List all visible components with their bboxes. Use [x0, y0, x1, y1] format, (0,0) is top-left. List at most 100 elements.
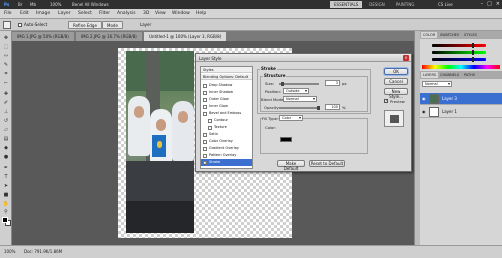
effect-pattern-overlay[interactable]: Pattern Overlay [201, 152, 252, 159]
opacity-input[interactable]: 100 [325, 104, 340, 110]
stamp-tool-icon[interactable]: ⊥ [2, 109, 10, 116]
size-input[interactable]: 3 [325, 80, 340, 86]
workspace-painting[interactable]: PAINTING [392, 1, 419, 8]
fill-type-select[interactable]: Color [279, 115, 303, 121]
effect-contour[interactable]: Contour [201, 117, 252, 124]
tab-paths[interactable]: PATHS [462, 72, 477, 78]
effect-checkbox[interactable] [203, 111, 207, 116]
menu-filter[interactable]: Filter [99, 11, 110, 16]
effect-checkbox[interactable] [203, 160, 207, 167]
ok-button[interactable]: OK [384, 68, 408, 75]
tab-channels[interactable]: CHANNELS [438, 72, 461, 78]
quick-select-tool-icon[interactable]: ✎ [2, 62, 10, 69]
stroke-color-swatch[interactable] [280, 137, 292, 142]
blue-slider[interactable] [432, 57, 486, 62]
layer-photo[interactable] [126, 51, 194, 233]
move-tool-icon[interactable]: ✥ [2, 35, 10, 42]
cancel-button[interactable]: Cancel [384, 78, 408, 85]
styles-header[interactable]: Styles [201, 67, 252, 73]
effect-color-overlay[interactable]: Color Overlay [201, 138, 252, 145]
workspace-essentials[interactable]: ESSENTIALS [330, 1, 363, 8]
blending-options-item[interactable]: Blending Options: Default [201, 74, 252, 80]
new-style-button[interactable]: New Style... [384, 88, 408, 99]
eraser-tool-icon[interactable]: ▱ [2, 127, 10, 134]
workspace-design[interactable]: DESIGN [365, 1, 388, 8]
preview-checkbox[interactable]: ✓ [384, 99, 388, 103]
effect-checkbox[interactable] [203, 153, 207, 158]
layer-blend-mode-select[interactable]: Normal [422, 81, 452, 87]
effect-checkbox[interactable] [208, 118, 212, 123]
cs-live-button[interactable]: CS Live [438, 2, 453, 7]
eye-icon[interactable]: ◉ [422, 109, 427, 114]
pen-tool-icon[interactable]: ✒ [2, 165, 10, 172]
color-ramp[interactable] [422, 65, 500, 69]
effect-inner-glow[interactable]: Inner Glow [201, 103, 252, 110]
opacity-slider[interactable] [279, 106, 320, 110]
crop-tool-icon[interactable]: ⌗ [2, 71, 10, 78]
path-select-tool-icon[interactable]: ➤ [2, 183, 10, 190]
reset-default-button[interactable]: Reset to Default [309, 160, 345, 167]
effect-checkbox[interactable] [203, 132, 207, 137]
refine-edge-button[interactable]: Refine Edge [68, 21, 102, 29]
bridge-button[interactable]: Br [18, 2, 22, 7]
effect-texture[interactable]: Texture [201, 124, 252, 131]
tab-layers[interactable]: LAYERS [421, 72, 439, 78]
eye-icon[interactable]: ◉ [422, 96, 427, 101]
minimize-icon[interactable]: – [481, 1, 484, 7]
menu-edit[interactable]: Edit [20, 11, 29, 16]
tab-swatches[interactable]: SWATCHES [438, 32, 461, 38]
doc-tab-2[interactable]: IMG 2.JPG @ 16.7% (RGB/8) [76, 32, 142, 41]
effect-satin[interactable]: Satin [201, 131, 252, 138]
effect-checkbox[interactable] [203, 83, 207, 88]
status-zoom[interactable]: 100% [4, 249, 15, 254]
arrange-docs[interactable]: Benel All Windows [72, 2, 109, 7]
auto-select-checkbox[interactable] [18, 23, 22, 27]
menu-file[interactable]: File [4, 11, 12, 16]
position-select[interactable]: Outside [283, 88, 309, 94]
doc-tab-3[interactable]: Untitled-1 @ 100% (Layer 3, RGB/8) [144, 32, 227, 41]
layer-row-3[interactable]: ◉ Layer 3 [420, 93, 502, 105]
photoshop-logo[interactable]: Ps [4, 2, 9, 7]
type-tool-icon[interactable]: T [2, 174, 10, 181]
brush-tool-icon[interactable]: ✐ [2, 100, 10, 107]
menu-image[interactable]: Image [36, 11, 50, 16]
tab-styles[interactable]: STYLES [462, 32, 479, 38]
marquee-tool-icon[interactable]: ⬚ [2, 44, 10, 51]
effect-checkbox[interactable] [203, 104, 207, 109]
dodge-tool-icon[interactable]: ● [2, 154, 10, 161]
history-brush-tool-icon[interactable]: ↺ [2, 118, 10, 125]
effect-stroke[interactable]: Stroke [201, 159, 252, 167]
effect-gradient-overlay[interactable]: Gradient Overlay [201, 145, 252, 152]
mode-button[interactable]: Mode [102, 21, 123, 29]
make-default-button[interactable]: Make Default [277, 160, 305, 171]
shape-tool-icon[interactable]: ■ [2, 192, 10, 199]
foreground-color-swatch[interactable] [2, 217, 8, 223]
menu-select[interactable]: Select [78, 11, 92, 16]
dialog-titlebar[interactable]: Layer Style × [196, 54, 411, 62]
size-slider[interactable] [279, 82, 319, 86]
blur-tool-icon[interactable]: ◆ [2, 145, 10, 152]
maximize-icon[interactable]: □ [487, 1, 492, 7]
effect-outer-glow[interactable]: Outer Glow [201, 96, 252, 103]
effect-checkbox[interactable] [203, 139, 207, 144]
effect-bevel-emboss[interactable]: Bevel and Emboss [201, 110, 252, 117]
effect-checkbox[interactable] [203, 97, 207, 102]
effect-inner-shadow[interactable]: Inner Shadow [201, 89, 252, 96]
menu-window[interactable]: Window [172, 11, 190, 16]
hand-tool-icon[interactable]: ✋ [2, 201, 10, 208]
tab-color[interactable]: COLOR [421, 32, 438, 38]
layer-row-1[interactable]: ◉ Layer 1 [420, 106, 502, 118]
red-slider[interactable] [432, 43, 486, 48]
menu-view[interactable]: View [155, 11, 166, 16]
dialog-close-icon[interactable]: × [403, 55, 409, 61]
healing-tool-icon[interactable]: ✚ [2, 91, 10, 98]
status-doc-size[interactable]: Doc: 791.9K/1.86M [24, 249, 62, 254]
gradient-tool-icon[interactable]: ▤ [2, 136, 10, 143]
green-slider[interactable] [432, 50, 486, 55]
menu-help[interactable]: Help [196, 11, 206, 16]
blend-mode-select[interactable]: Normal [283, 96, 317, 102]
zoom-tool-icon[interactable]: ⚲ [2, 209, 10, 216]
menu-layer[interactable]: Layer [58, 11, 71, 16]
effect-checkbox[interactable] [203, 90, 207, 95]
close-icon[interactable]: × [496, 1, 500, 7]
